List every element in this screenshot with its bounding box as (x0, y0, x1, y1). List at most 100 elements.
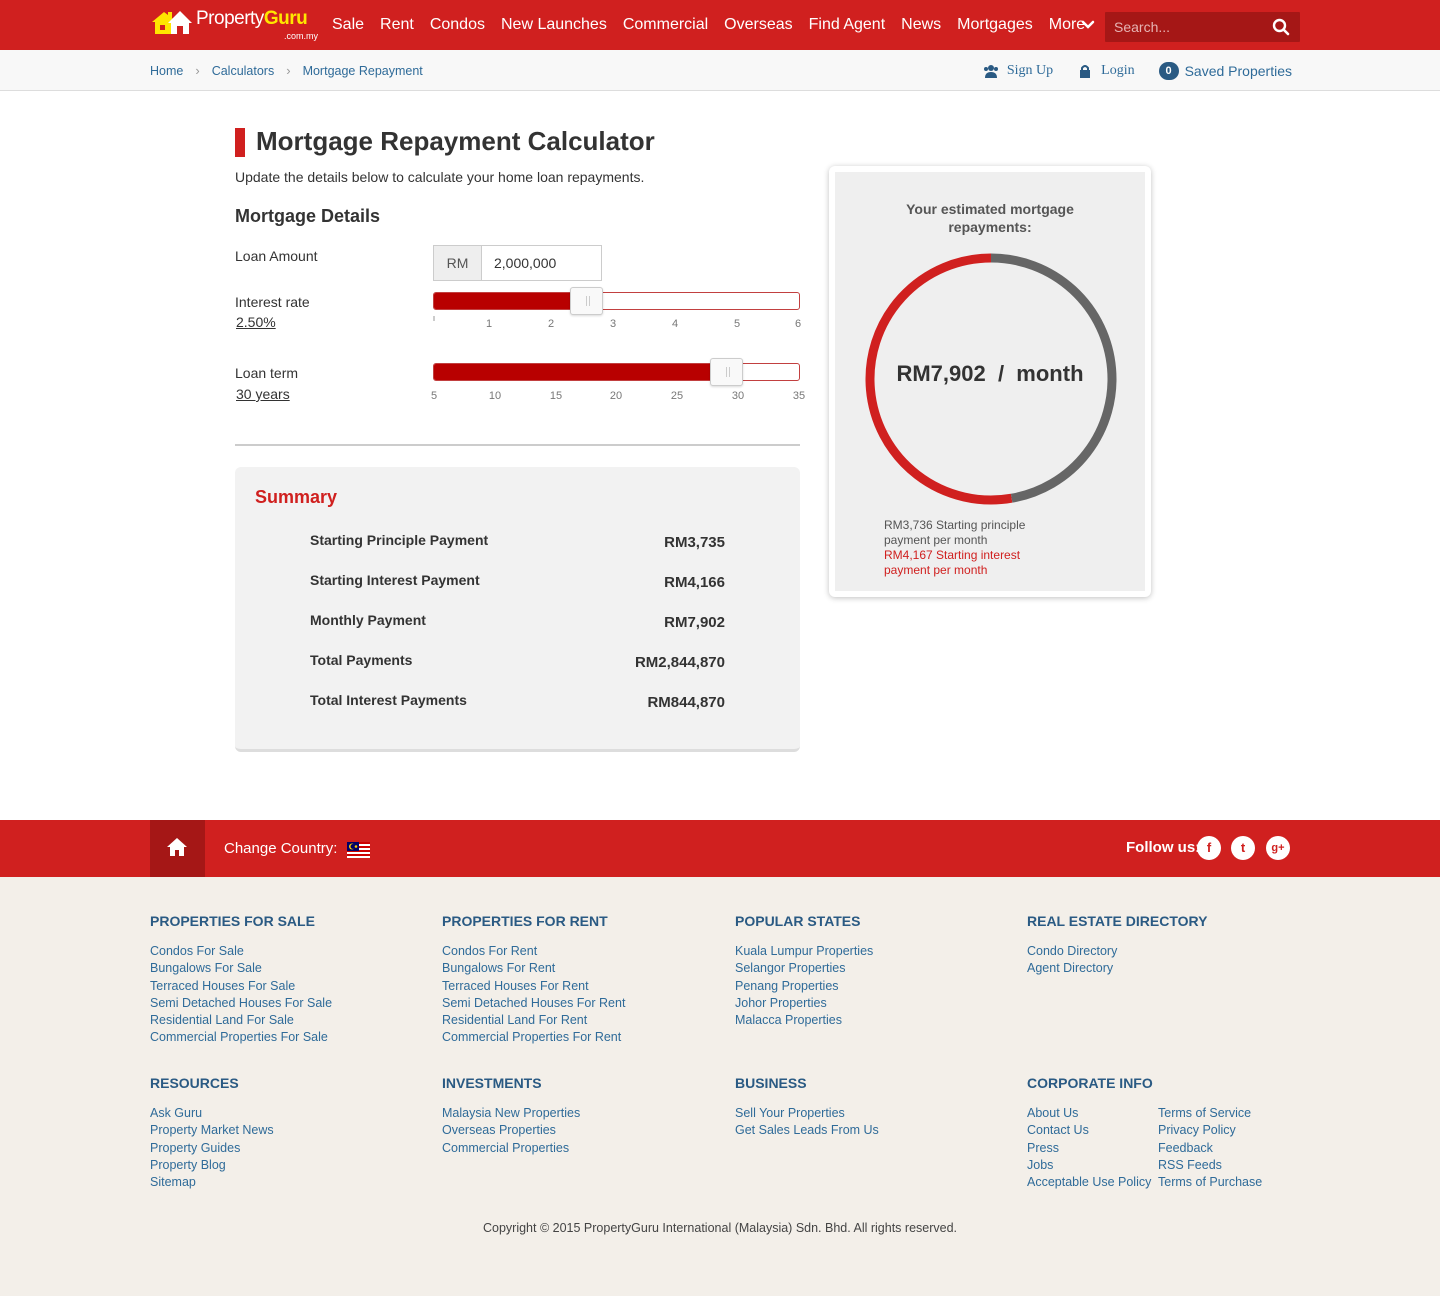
sub-header: Home › Calculators › Mortgage Repayment … (0, 50, 1440, 91)
footer-link[interactable]: Johor Properties (735, 995, 1015, 1012)
top-navbar: PropertyGuru .com.my Sale Rent Condos Ne… (0, 0, 1440, 50)
footer-link[interactable]: Penang Properties (735, 978, 1015, 995)
malaysia-flag-icon[interactable] (347, 842, 370, 858)
footer-link[interactable]: Malacca Properties (735, 1012, 1015, 1029)
footer-link[interactable]: Bungalows For Sale (150, 960, 430, 977)
summary-row: Monthly Payment RM7,902 (310, 612, 725, 632)
footer-link[interactable]: Get Sales Leads From Us (735, 1122, 1015, 1139)
term-tick: 10 (488, 390, 502, 402)
copyright-text: Copyright © 2015 PropertyGuru Internatio… (482, 1221, 958, 1235)
footer-link[interactable]: Acceptable Use Policy (1027, 1174, 1157, 1191)
nav-sale[interactable]: Sale (332, 16, 364, 34)
search-input[interactable] (1105, 12, 1265, 42)
loan-term-value[interactable]: 30 years (236, 386, 290, 402)
page-title: Mortgage Repayment Calculator (256, 126, 655, 156)
footer-link[interactable]: Condo Directory (1027, 943, 1307, 960)
footer-column-title: PROPERTIES FOR SALE (150, 913, 315, 929)
footer-link[interactable]: Sitemap (150, 1174, 430, 1191)
footer-column-title: POPULAR STATES (735, 913, 861, 929)
footer-column: BUSINESS Sell Your Properties Get Sales … (735, 1075, 1015, 1140)
chevron-down-icon[interactable] (1080, 17, 1096, 33)
footer-link[interactable]: Malaysia New Properties (442, 1105, 722, 1122)
interest-rate-slider[interactable] (433, 287, 800, 315)
footer-link[interactable]: Commercial Properties (442, 1140, 722, 1157)
footer-column-title: INVESTMENTS (442, 1075, 542, 1091)
footer-column-title: CORPORATE INFO (1027, 1075, 1153, 1091)
footer-link[interactable]: Sell Your Properties (735, 1105, 1015, 1122)
nav-condos[interactable]: Condos (430, 16, 485, 34)
footer-link[interactable]: Agent Directory (1027, 960, 1307, 977)
propertyguru-logo[interactable]: PropertyGuru .com.my (150, 8, 318, 43)
google-plus-icon[interactable]: g+ (1266, 836, 1290, 860)
footer-link[interactable]: Property Market News (150, 1122, 430, 1139)
footer-link[interactable]: Privacy Policy (1158, 1122, 1298, 1139)
breadcrumb-current[interactable]: Mortgage Repayment (303, 64, 423, 78)
footer-link[interactable]: Commercial Properties For Rent (442, 1029, 722, 1046)
footer-link[interactable]: Condos For Sale (150, 943, 430, 960)
twitter-icon[interactable]: t (1231, 836, 1255, 860)
footer-link[interactable]: Selangor Properties (735, 960, 1015, 977)
nav-mortgages[interactable]: Mortgages (957, 16, 1033, 34)
saved-properties-link[interactable]: 0 Saved Properties (1158, 62, 1292, 80)
footer-link[interactable]: Contact Us (1027, 1122, 1157, 1139)
nav-new-launches[interactable]: New Launches (501, 16, 607, 34)
footer-column-title: BUSINESS (735, 1075, 807, 1091)
footer-link[interactable]: About Us (1027, 1105, 1157, 1122)
term-slider-handle[interactable] (710, 358, 743, 386)
footer-link[interactable]: Ask Guru (150, 1105, 430, 1122)
login-link[interactable]: Login (1077, 63, 1135, 79)
footer-link[interactable]: Residential Land For Rent (442, 1012, 722, 1029)
loan-amount-input[interactable] (482, 246, 601, 280)
interest-slider-handle[interactable] (570, 287, 603, 315)
footer-link[interactable]: Press (1027, 1140, 1157, 1157)
footer-column: PROPERTIES FOR SALE Condos For Sale Bung… (150, 913, 430, 1047)
summary-row-label: Starting Interest Payment (310, 572, 480, 588)
breadcrumb-calculators[interactable]: Calculators (212, 64, 275, 78)
follow-us-label: Follow us: (1126, 839, 1201, 856)
logo-word-accent: Guru (263, 8, 308, 29)
footer-link[interactable]: Overseas Properties (442, 1122, 722, 1139)
footer-link[interactable]: Bungalows For Rent (442, 960, 722, 977)
logo-domain: .com.my (284, 31, 319, 41)
breadcrumb-home[interactable]: Home (150, 64, 183, 78)
page-subtitle: Update the details below to calculate yo… (235, 169, 645, 185)
signup-link[interactable]: Sign Up (983, 63, 1053, 79)
summary-row-value: RM844,870 (647, 694, 725, 711)
home-button[interactable] (150, 820, 205, 877)
footer-bar: Change Country: Follow us: f t g+ (0, 820, 1440, 877)
loan-term-slider[interactable] (433, 358, 800, 386)
loan-amount-field: RM (433, 245, 602, 281)
summary-row-value: RM7,902 (664, 614, 725, 631)
footer-links: PROPERTIES FOR SALE Condos For Sale Bung… (0, 877, 1440, 1296)
footer-link[interactable]: Jobs (1027, 1157, 1157, 1174)
footer-link[interactable]: Residential Land For Sale (150, 1012, 430, 1029)
footer-link[interactable]: Property Guides (150, 1140, 430, 1157)
footer-link[interactable]: Commercial Properties For Sale (150, 1029, 430, 1046)
interest-rate-value[interactable]: 2.50% (236, 314, 276, 330)
footer-link[interactable]: Condos For Rent (442, 943, 722, 960)
nav-overseas[interactable]: Overseas (724, 16, 792, 34)
interest-slider-fill (434, 293, 587, 309)
footer-column-title: REAL ESTATE DIRECTORY (1027, 913, 1208, 929)
footer-link[interactable]: Property Blog (150, 1157, 430, 1174)
footer-column: REAL ESTATE DIRECTORY Condo Directory Ag… (1027, 913, 1307, 978)
footer-link[interactable]: Semi Detached Houses For Sale (150, 995, 430, 1012)
footer-link[interactable]: RSS Feeds (1158, 1157, 1298, 1174)
title-accent-bar (235, 128, 245, 157)
footer-link[interactable]: Terraced Houses For Sale (150, 978, 430, 995)
nav-news[interactable]: News (901, 16, 941, 34)
search-icon[interactable] (1272, 18, 1290, 36)
facebook-icon[interactable]: f (1197, 836, 1221, 860)
footer-link[interactable]: Terms of Purchase (1158, 1174, 1298, 1191)
saved-count-badge: 0 (1158, 62, 1179, 80)
footer-link[interactable]: Terms of Service (1158, 1105, 1298, 1122)
footer-link[interactable]: Kuala Lumpur Properties (735, 943, 1015, 960)
footer-link[interactable]: Semi Detached Houses For Rent (442, 995, 722, 1012)
footer-link[interactable]: Terraced Houses For Rent (442, 978, 722, 995)
term-tick: 35 (792, 390, 806, 402)
nav-commercial[interactable]: Commercial (623, 16, 708, 34)
nav-rent[interactable]: Rent (380, 16, 414, 34)
nav-find-agent[interactable]: Find Agent (809, 16, 886, 34)
footer-link[interactable]: Feedback (1158, 1140, 1298, 1157)
summary-row-label: Monthly Payment (310, 612, 426, 628)
